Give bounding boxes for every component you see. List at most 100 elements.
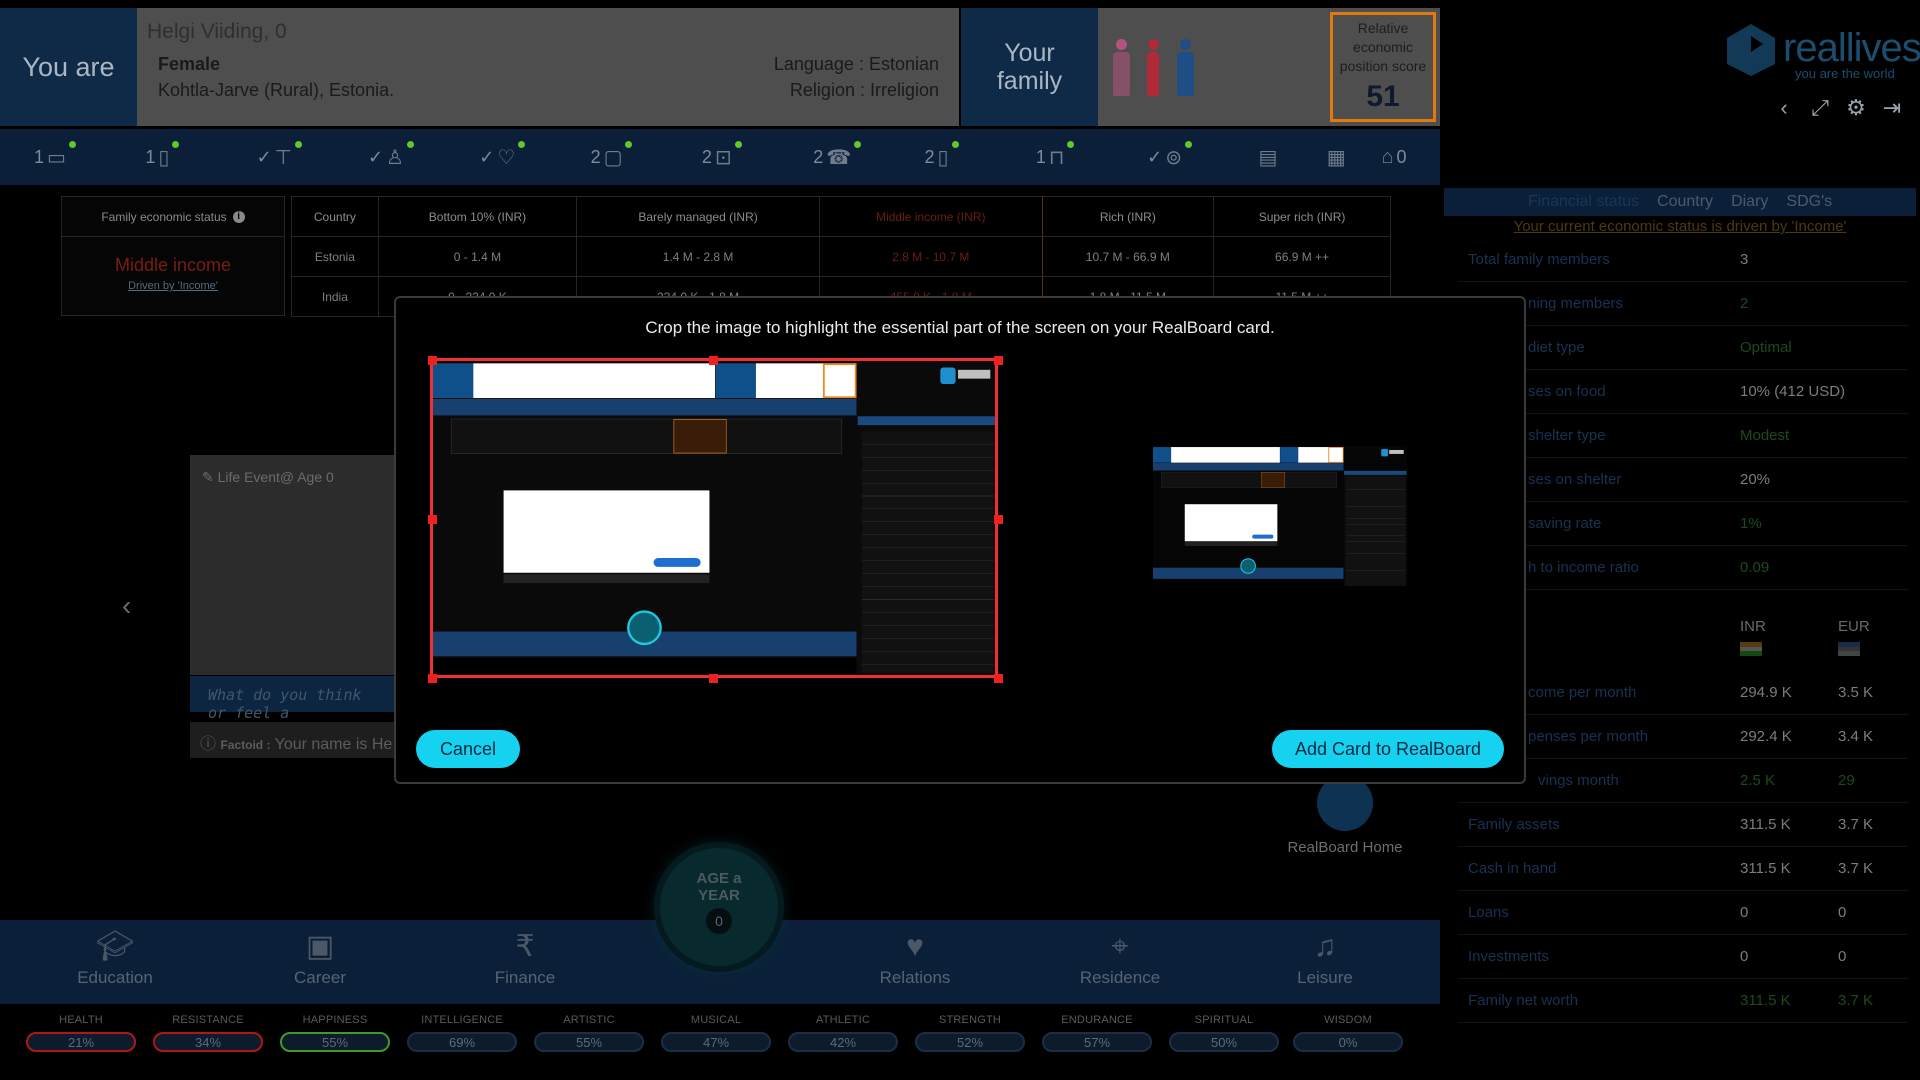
tab-sdgs[interactable]: SDG's: [1786, 188, 1832, 216]
crop-handle[interactable]: [709, 356, 718, 365]
age-value: 0: [706, 908, 732, 934]
age-a-year-label: AGE a YEAR: [696, 870, 742, 904]
shop-status[interactable]: ▦: [1327, 145, 1382, 170]
table-cell: 2.8 M - 10.7 M: [818, 236, 1043, 277]
crop-handle[interactable]: [994, 515, 1003, 524]
crop-handle[interactable]: [428, 356, 437, 365]
crop-handle[interactable]: [428, 674, 437, 683]
preview-thumbnail: [1153, 446, 1407, 586]
table-header: Barely managed (INR): [576, 196, 820, 237]
stat-spiritual: SPIRITUAL 50%: [1168, 1014, 1280, 1052]
stat-artistic: ARTISTIC 55%: [533, 1014, 645, 1052]
nav-residence[interactable]: ⌖ Residence: [1020, 920, 1220, 988]
books-status[interactable]: ▤: [1258, 145, 1326, 170]
tab-diary[interactable]: Diary: [1731, 188, 1768, 216]
economic-status-label: Family economic status: [101, 209, 227, 224]
finance-row: Family net worth 311.5 K 3.7 K: [1458, 979, 1908, 1023]
family-members[interactable]: [1098, 8, 1326, 126]
finance-row: Cash in hand 311.5 K 3.7 K: [1458, 847, 1908, 891]
toilet-status[interactable]: ✓ ♙: [368, 140, 479, 170]
table-cell: 10.7 M - 66.9 M: [1041, 236, 1215, 277]
crop-area[interactable]: [430, 358, 998, 678]
previous-event-arrow[interactable]: ‹: [122, 590, 131, 622]
score-label: Relative economic position score: [1339, 20, 1427, 74]
stat-endurance: ENDURANCE 57%: [1041, 1014, 1153, 1052]
eu-flag-icon: [1838, 642, 1860, 656]
character-gender: Female: [158, 54, 221, 74]
info-icon: ⓘ: [200, 736, 221, 753]
factoid-bar: ⓘ Factoid : Your name is He: [190, 722, 400, 758]
house-icon: ⌂: [1381, 145, 1394, 168]
settings-icon[interactable]: ⚙: [1844, 96, 1868, 120]
logout-icon[interactable]: ⇥: [1880, 96, 1904, 120]
life-event-card: ✎ Life Event@ Age 0: [190, 455, 400, 675]
expand-icon[interactable]: ⤢: [1808, 96, 1832, 120]
crop-handle[interactable]: [994, 674, 1003, 683]
character-language: Language : Estonian: [773, 54, 939, 74]
tv-status[interactable]: 2 ▢: [591, 140, 702, 170]
crop-handle[interactable]: [709, 674, 718, 683]
health-status[interactable]: ✓ ♡: [479, 140, 590, 170]
life-event-title: Life Event@ Age 0: [217, 469, 334, 485]
info-icon[interactable]: i: [232, 210, 245, 223]
table-header: Rich (INR): [1041, 196, 1215, 237]
tab-financial-status[interactable]: Financial status: [1528, 188, 1639, 216]
father-icon: [1174, 38, 1196, 96]
your-family-button[interactable]: Your family: [961, 8, 1098, 126]
tap-status[interactable]: ✓ ⊤: [257, 140, 368, 170]
economic-driver-link[interactable]: Your current economic status is driven b…: [1444, 218, 1916, 235]
nav-relations[interactable]: ♥ Relations: [815, 920, 1015, 988]
nav-finance[interactable]: ₹ Finance: [425, 920, 625, 988]
realboard-home-label: RealBoard Home: [1287, 839, 1403, 856]
finance-row: Investments 0 0: [1458, 935, 1908, 979]
stats-bar: HEALTH 21% RESISTANCE 34% HAPPINESS 55% INT…: [0, 1010, 1440, 1080]
crop-handle[interactable]: [994, 356, 1003, 365]
nav-leisure[interactable]: ♫ Leisure: [1225, 920, 1425, 988]
character-location: Kohtla-Jarve (Rural), Estonia.: [158, 80, 395, 100]
age-a-year-button[interactable]: AGE a YEAR 0: [660, 848, 778, 966]
stat-strength: STRENGTH 52%: [914, 1014, 1026, 1052]
finance-row: Total family members 3: [1458, 238, 1908, 282]
thoughts-input[interactable]: What do you think or feel a: [190, 676, 400, 722]
nav-education[interactable]: 🎓︎ Education: [15, 920, 215, 988]
finance-row: Loans 0 0: [1458, 891, 1908, 935]
dialog-title: Crop the image to highlight the essentia…: [645, 318, 1275, 337]
character-religion: Religion : Irreligion: [789, 80, 939, 100]
nav-career[interactable]: ▣ Career: [220, 920, 420, 988]
cancel-button[interactable]: Cancel: [416, 730, 520, 768]
computer-status[interactable]: 1 ▭: [34, 140, 145, 170]
add-card-button[interactable]: Add Card to RealBoard: [1272, 730, 1504, 768]
toilet-icon: ♙: [386, 146, 404, 169]
table-header: Super rich (INR): [1213, 196, 1391, 237]
back-icon[interactable]: ‹: [1772, 96, 1796, 120]
score-value: 51: [1366, 80, 1400, 113]
realboard-home-button[interactable]: RealBoard Home: [1285, 775, 1405, 856]
you-are-label: You are: [0, 8, 137, 126]
briefcase-icon: ▣: [305, 930, 335, 963]
stat-musical: MUSICAL 47%: [660, 1014, 772, 1052]
currency-eur: EUR: [1838, 618, 1870, 635]
profile-panel: Helgi Viiding, 0 Female Kohtla-Jarve (Ru…: [137, 8, 959, 126]
stat-wisdom: WISDOM 0%: [1292, 1014, 1404, 1052]
leisure-icon: ♫: [1313, 930, 1337, 963]
finance-row: Family assets 311.5 K 3.7 K: [1458, 803, 1908, 847]
top-toolbar: ‹ ⤢ ⚙ ⇥: [1772, 96, 1904, 120]
wifi-status[interactable]: ✓ ⊚: [1147, 140, 1258, 170]
table-header: Bottom 10% (INR): [377, 196, 578, 237]
phone-status[interactable]: 1 ▯: [145, 140, 256, 170]
tab-country[interactable]: Country: [1657, 188, 1713, 216]
telephone-icon: ☎: [826, 146, 852, 169]
house-status[interactable]: ⌂ 0: [1381, 146, 1440, 169]
hearts-icon: ♥: [906, 930, 924, 963]
economic-status-driver[interactable]: Driven by 'Income': [62, 280, 284, 292]
radio-status[interactable]: 2 ⊡: [702, 140, 813, 170]
crop-preview: [1153, 446, 1407, 586]
table-cell: 1.4 M - 2.8 M: [576, 236, 820, 277]
table-cell: India: [291, 276, 379, 317]
life-event-icon: ✎: [202, 469, 218, 485]
telephone-status[interactable]: 2 ☎: [813, 140, 924, 170]
economic-status-value: Middle income: [114, 255, 232, 275]
car-status[interactable]: 1 ⊓: [1036, 140, 1147, 170]
crop-handle[interactable]: [428, 515, 437, 524]
mobile-status[interactable]: 2 ▯: [925, 140, 1036, 170]
